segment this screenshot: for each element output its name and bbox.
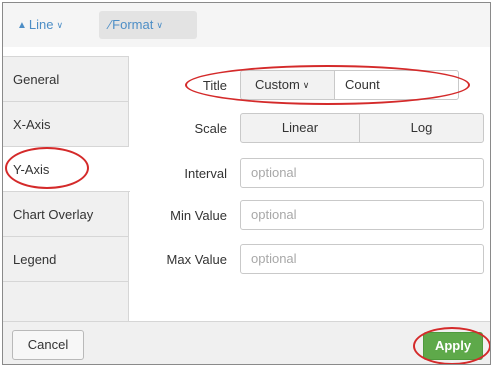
line-chart-icon: ▲ <box>17 20 27 31</box>
visualization-type-button[interactable]: ▲ Line ∨ <box>11 13 69 37</box>
sidebar-item-x-axis[interactable]: X-Axis <box>3 102 129 147</box>
apply-button[interactable]: Apply <box>423 332 483 360</box>
scale-label: Scale <box>194 121 227 136</box>
scale-log-label: Log <box>410 120 433 135</box>
format-menu-button[interactable]: ∕Format ∨ <box>99 11 197 39</box>
apply-button-label: Apply <box>434 338 472 353</box>
dialog-toolbar: ▲ Line ∨ ∕Format ∨ <box>3 3 490 47</box>
max-value-input[interactable]: optional <box>240 244 484 274</box>
sidebar-item-label: Y-Axis <box>13 162 50 177</box>
format-sidebar: General X-Axis Y-Axis Chart Overlay Lege… <box>3 56 130 321</box>
sidebar-item-label: Chart Overlay <box>13 207 94 222</box>
title-input-value: Count <box>345 77 380 92</box>
scale-linear-label: Linear <box>281 120 319 135</box>
min-value-label: Min Value <box>170 208 227 223</box>
min-value-input[interactable]: optional <box>240 200 484 230</box>
scale-linear-button[interactable]: Linear <box>240 113 360 143</box>
interval-placeholder: optional <box>251 165 297 180</box>
interval-label: Interval <box>184 166 227 181</box>
sidebar-item-general[interactable]: General <box>3 57 129 102</box>
title-mode-dropdown[interactable]: Custom ∨ <box>240 70 335 100</box>
sidebar-item-y-axis[interactable]: Y-Axis <box>3 147 130 192</box>
interval-input[interactable]: optional <box>240 158 484 188</box>
cancel-button-label: Cancel <box>27 337 69 352</box>
sidebar-item-label: Legend <box>13 252 57 267</box>
scale-log-button[interactable]: Log <box>359 113 484 143</box>
sidebar-item-label: X-Axis <box>13 117 51 132</box>
title-label: Title <box>202 78 227 93</box>
max-value-placeholder: optional <box>251 251 297 266</box>
format-menu-label: Format <box>112 17 154 32</box>
format-dialog: ▲ Line ∨ ∕Format ∨ General X-Axis Y-Axis Ch… <box>2 2 491 365</box>
sidebar-item-label: General <box>13 72 60 87</box>
cancel-button[interactable]: Cancel <box>12 330 84 360</box>
min-value-placeholder: optional <box>251 207 297 222</box>
title-input[interactable]: Count <box>334 70 459 100</box>
sidebar-item-legend[interactable]: Legend <box>3 237 129 282</box>
chevron-down-icon: ∨ <box>302 80 310 90</box>
chevron-down-icon: ∨ <box>56 20 64 30</box>
sidebar-item-chart-overlay[interactable]: Chart Overlay <box>3 192 129 237</box>
brush-icon: ∕ <box>109 17 112 32</box>
visualization-type-label: Line <box>28 17 54 32</box>
chevron-down-icon: ∨ <box>156 20 163 30</box>
title-mode-value: Custom <box>255 77 300 92</box>
max-value-label: Max Value <box>166 252 227 267</box>
dialog-footer: Cancel Apply <box>3 321 490 364</box>
